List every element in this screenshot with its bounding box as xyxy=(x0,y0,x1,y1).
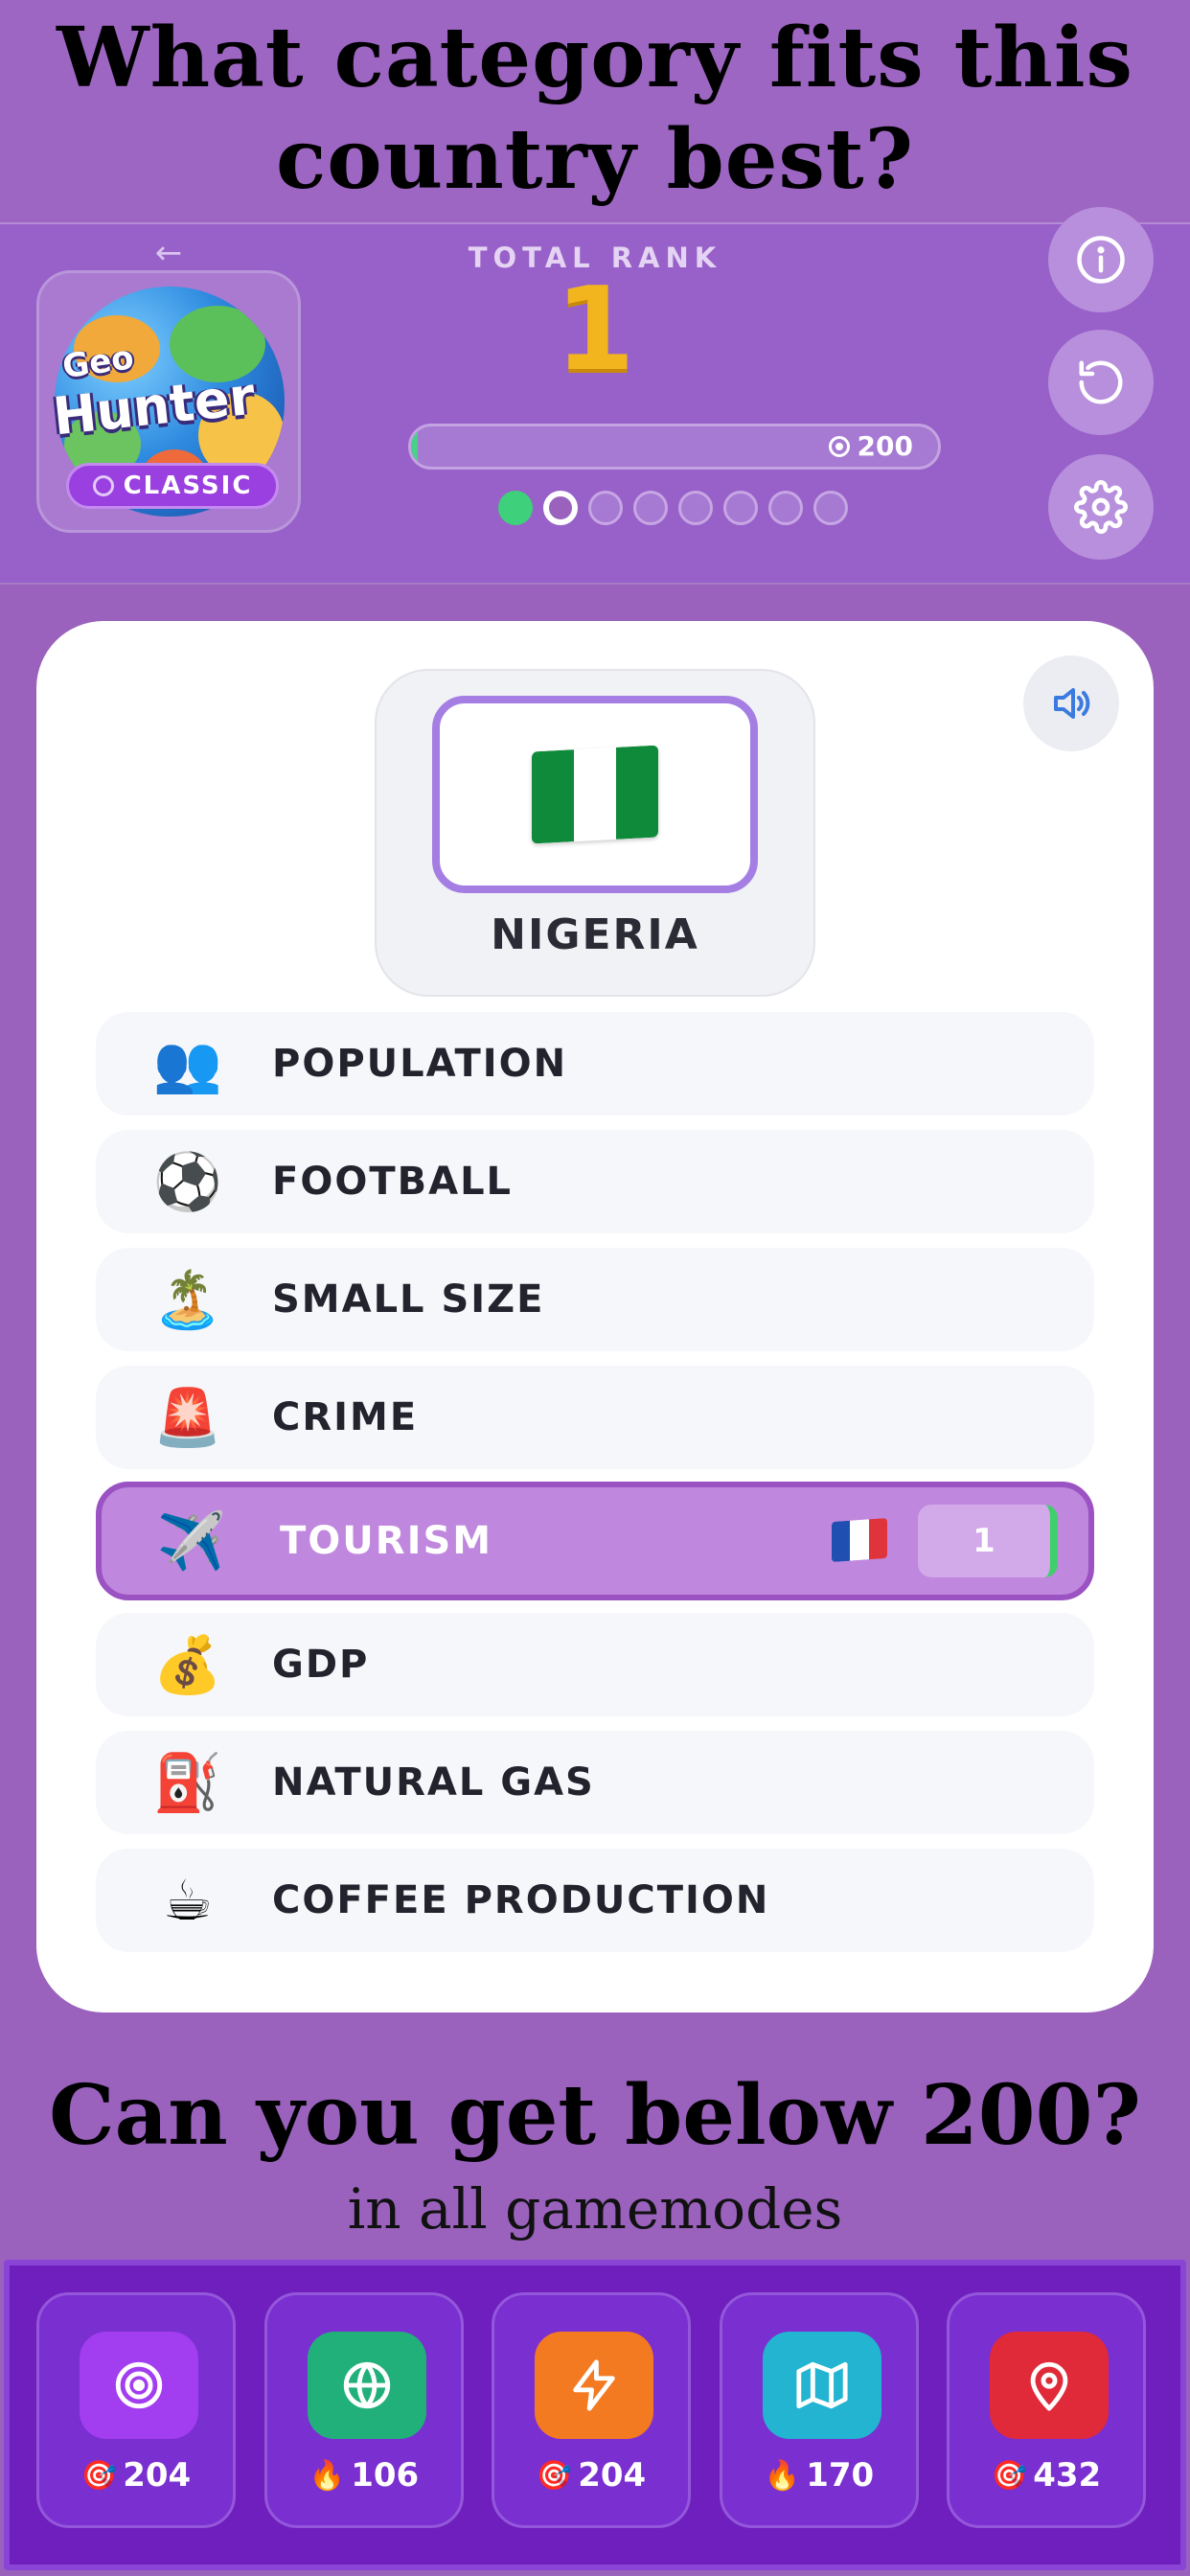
info-icon xyxy=(1077,236,1125,284)
speaker-icon xyxy=(1054,688,1090,719)
score-emoji: 🎯 xyxy=(80,2458,118,2493)
game-mode-score: 🎯 204 xyxy=(494,2456,688,2495)
game-mode-score: 🔥 106 xyxy=(267,2456,461,2495)
score-value: 204 xyxy=(123,2456,192,2495)
flag-stripe-right xyxy=(616,745,658,840)
assigned-country-flag xyxy=(832,1517,887,1563)
game-mode-card[interactable]: 🎯 204 xyxy=(492,2292,691,2528)
score-emoji: 🎯 xyxy=(991,2458,1028,2493)
category-option[interactable]: ☕ COFFEE PRODUCTION xyxy=(96,1849,1094,1952)
category-icon: ⛽ xyxy=(152,1750,223,1815)
country-name: NIGERIA xyxy=(491,910,699,959)
flag-stripe xyxy=(832,1520,851,1563)
round-dot xyxy=(768,491,803,525)
category-rank: 1 xyxy=(918,1505,1058,1577)
score-value: 106 xyxy=(351,2456,420,2495)
category-label: CRIME xyxy=(272,1395,419,1439)
category-icon: 🏝️ xyxy=(152,1267,223,1332)
mode-badge-label: CLASSIC xyxy=(123,472,253,500)
sound-button[interactable] xyxy=(1023,656,1119,751)
score-value: 432 xyxy=(1033,2456,1102,2495)
game-mode-card[interactable]: 🔥 170 xyxy=(720,2292,919,2528)
round-dots xyxy=(498,491,848,525)
map-icon xyxy=(763,2332,881,2439)
nigeria-flag xyxy=(532,745,658,844)
cta-subtitle: in all gamemodes xyxy=(347,2176,843,2242)
category-label: TOURISM xyxy=(280,1519,493,1563)
round-dot xyxy=(678,491,713,525)
round-dot xyxy=(588,491,623,525)
category-option[interactable]: 🏝️ SMALL SIZE xyxy=(96,1248,1094,1351)
score-value: 204 xyxy=(578,2456,647,2495)
mode-badge: CLASSIC xyxy=(66,463,279,509)
target-icon xyxy=(92,475,114,496)
progress-value-label: 200 xyxy=(857,430,913,462)
round-dot xyxy=(723,491,758,525)
progress-value: 200 xyxy=(828,426,913,467)
globe-icon xyxy=(308,2332,426,2439)
pin-icon xyxy=(990,2332,1109,2439)
flag-stripe xyxy=(868,1517,887,1560)
category-label: GDP xyxy=(272,1643,370,1687)
category-icon: 👥 xyxy=(152,1031,223,1096)
app-logo: Geo Hunter CLASSIC xyxy=(36,270,301,533)
progress-bar: 200 xyxy=(408,424,941,470)
target-icon xyxy=(80,2332,198,2439)
category-option[interactable]: ⛽ NATURAL GAS xyxy=(96,1731,1094,1834)
round-dot xyxy=(633,491,668,525)
cta-title: Can you get below 200? xyxy=(49,2067,1141,2164)
category-icon: ⚽ xyxy=(152,1149,223,1214)
flag-stripe xyxy=(850,1519,869,1561)
category-option[interactable]: 💰 GDP xyxy=(96,1613,1094,1716)
flag-stripe-left xyxy=(532,749,574,844)
headline: What category fits this country best? xyxy=(57,10,1133,208)
game-mode-score: 🔥 170 xyxy=(722,2456,916,2495)
score-emoji: 🎯 xyxy=(536,2458,573,2493)
round-dot xyxy=(543,491,578,525)
reload-icon xyxy=(1079,360,1123,404)
arrow-left-icon[interactable]: ← xyxy=(149,236,188,270)
category-icon: ✈️ xyxy=(156,1508,227,1574)
category-label: FOOTBALL xyxy=(272,1160,514,1204)
category-option[interactable]: 🚨 CRIME xyxy=(96,1366,1094,1469)
category-option[interactable]: ⚽ FOOTBALL xyxy=(96,1130,1094,1233)
category-icon: 🚨 xyxy=(152,1385,223,1450)
score-emoji: 🔥 xyxy=(309,2458,346,2493)
category-option[interactable]: ✈️ TOURISM 1 xyxy=(96,1482,1094,1600)
info-button[interactable] xyxy=(1048,207,1154,312)
bolt-icon xyxy=(535,2332,653,2439)
category-icon: ☕ xyxy=(163,1868,213,1933)
score-emoji: 🔥 xyxy=(764,2458,801,2493)
reload-button[interactable] xyxy=(1048,330,1154,435)
round-dot xyxy=(813,491,848,525)
flag-stripe-middle xyxy=(574,747,616,842)
category-label: NATURAL GAS xyxy=(272,1760,595,1805)
target-icon xyxy=(828,436,850,457)
score-value: 170 xyxy=(806,2456,875,2495)
flag-frame xyxy=(432,696,758,893)
round-dot xyxy=(498,491,533,525)
game-mode-score: 🎯 204 xyxy=(39,2456,233,2495)
category-label: POPULATION xyxy=(272,1042,568,1086)
game-mode-card[interactable]: 🔥 106 xyxy=(264,2292,464,2528)
game-mode-score: 🎯 432 xyxy=(950,2456,1143,2495)
game-mode-card[interactable]: 🎯 204 xyxy=(36,2292,236,2528)
progress-fill xyxy=(411,426,418,467)
settings-button[interactable] xyxy=(1048,454,1154,560)
category-label: COFFEE PRODUCTION xyxy=(272,1878,770,1922)
category-label: SMALL SIZE xyxy=(272,1277,545,1322)
gear-icon xyxy=(1074,480,1128,534)
game-mode-card[interactable]: 🎯 432 xyxy=(947,2292,1146,2528)
category-icon: 💰 xyxy=(152,1632,223,1697)
category-option[interactable]: 👥 POPULATION xyxy=(96,1012,1094,1116)
total-rank-value: 1 xyxy=(555,264,635,397)
